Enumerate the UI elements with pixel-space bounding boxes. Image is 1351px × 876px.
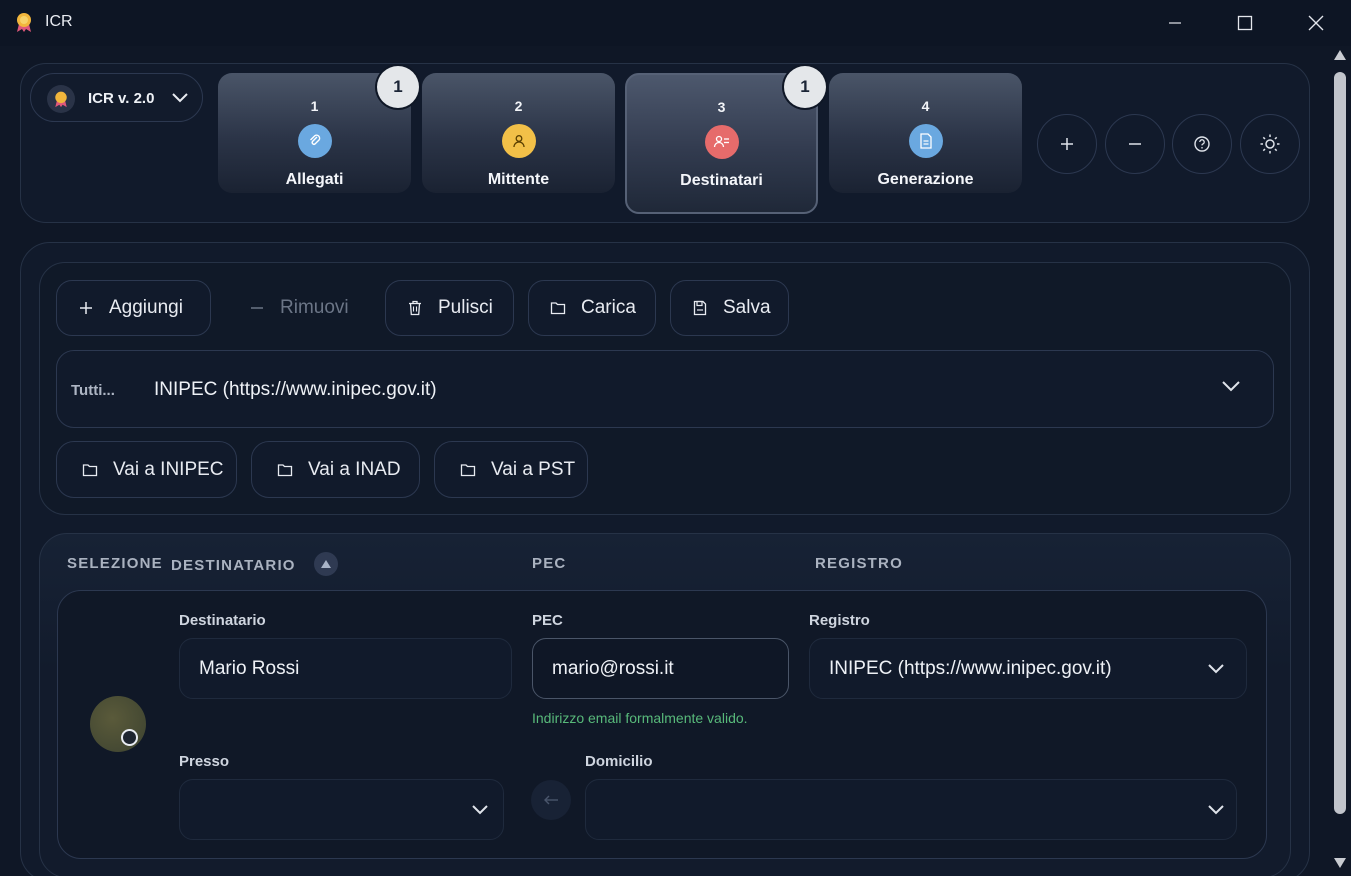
column-header-registry: REGISTRO xyxy=(815,555,903,572)
help-icon xyxy=(1194,136,1210,152)
zoom-out-button[interactable] xyxy=(1105,114,1165,174)
help-button[interactable] xyxy=(1172,114,1232,174)
domicile-select[interactable] xyxy=(585,779,1237,840)
remove-label: Rimuovi xyxy=(280,297,349,318)
chevron-down-icon xyxy=(172,93,188,103)
go-to-pst-label: Vai a PST xyxy=(491,458,576,480)
scroll-up-arrow-icon[interactable] xyxy=(1334,50,1346,60)
step-label: Destinatari xyxy=(680,172,763,189)
trash-icon xyxy=(406,299,424,317)
title-bar: ICR xyxy=(0,0,1351,46)
step-label: Generazione xyxy=(877,171,974,188)
pec-field-label: PEC xyxy=(532,612,563,629)
step-number: 2 xyxy=(514,98,523,114)
go-to-pst-button[interactable]: Vai a PST xyxy=(434,441,588,498)
step-label: Mittente xyxy=(487,171,550,188)
folder-icon xyxy=(276,461,294,479)
step-badge-destinatari: 1 xyxy=(784,66,826,108)
user-icon xyxy=(501,124,536,158)
recipient-field-label: Destinatario xyxy=(179,612,266,629)
recipient-name-input[interactable]: Mario Rossi xyxy=(179,638,512,699)
go-to-inipec-button[interactable]: Vai a INIPEC xyxy=(56,441,237,498)
folder-icon xyxy=(81,461,99,479)
window-title: ICR xyxy=(45,13,73,30)
plus-icon xyxy=(77,299,95,317)
chevron-down-icon xyxy=(1208,805,1224,815)
registry-filter-select[interactable]: Tutti... INIPEC (https://www.inipec.gov.… xyxy=(56,350,1274,428)
pec-validation-message: Indirizzo email formalmente valido. xyxy=(532,710,748,726)
registry-field-label: Registro xyxy=(809,612,870,629)
chevron-down-icon xyxy=(1222,381,1240,392)
document-icon xyxy=(908,124,943,158)
recipient-avatar xyxy=(90,696,146,752)
maximize-button[interactable] xyxy=(1225,8,1265,38)
version-selector[interactable]: ICR v. 2.0 xyxy=(30,73,203,122)
registry-select[interactable]: INIPEC (https://www.inipec.gov.it) xyxy=(809,638,1247,699)
registry-filter-value: INIPEC (https://www.inipec.gov.it) xyxy=(154,379,437,400)
go-to-inad-label: Vai a INAD xyxy=(308,458,401,480)
column-header-selection: SELEZIONE xyxy=(67,555,163,572)
step-number: 3 xyxy=(717,99,726,115)
save-label: Salva xyxy=(723,297,771,318)
load-label: Carica xyxy=(581,297,636,318)
sort-ascending-button[interactable] xyxy=(314,552,338,576)
column-header-pec: PEC xyxy=(532,555,567,572)
add-button[interactable]: Aggiungi xyxy=(56,280,211,336)
pec-email-input[interactable]: mario@rossi.it xyxy=(532,638,789,699)
chevron-down-icon xyxy=(472,805,488,815)
app-logo-icon xyxy=(17,13,31,32)
chevron-down-icon xyxy=(1208,664,1224,674)
scrollbar-thumb[interactable] xyxy=(1334,72,1346,814)
triangle-up-icon xyxy=(321,560,331,568)
add-label: Aggiungi xyxy=(109,297,183,318)
save-button[interactable]: Salva xyxy=(670,280,789,336)
selection-radio[interactable] xyxy=(121,729,138,746)
scroll-down-arrow-icon[interactable] xyxy=(1334,858,1346,868)
clear-label: Pulisci xyxy=(438,297,493,318)
paperclip-icon xyxy=(297,124,332,158)
domicile-field-label: Domicilio xyxy=(585,753,653,770)
go-to-inad-button[interactable]: Vai a INAD xyxy=(251,441,420,498)
plus-icon xyxy=(1061,138,1073,150)
minus-icon xyxy=(248,299,266,317)
presso-select[interactable] xyxy=(179,779,504,840)
clear-button[interactable]: Pulisci xyxy=(385,280,514,336)
users-icon xyxy=(704,125,739,159)
close-icon xyxy=(1308,15,1324,31)
remove-button[interactable]: Rimuovi xyxy=(227,280,370,336)
arrow-left-icon xyxy=(544,795,558,805)
presso-field-label: Presso xyxy=(179,753,230,770)
folder-icon xyxy=(459,461,477,479)
go-to-inipec-label: Vai a INIPEC xyxy=(113,458,224,480)
registry-filter-prefix: Tutti... xyxy=(71,382,115,399)
minimize-button[interactable] xyxy=(1155,8,1195,38)
save-icon xyxy=(691,299,709,317)
zoom-in-button[interactable] xyxy=(1037,114,1097,174)
copy-left-button[interactable] xyxy=(531,780,571,820)
version-label: ICR v. 2.0 xyxy=(88,90,155,107)
folder-icon xyxy=(549,299,567,317)
maximize-icon xyxy=(1237,15,1253,31)
registry-select-value: INIPEC (https://www.inipec.gov.it) xyxy=(829,657,1112,679)
minimize-icon xyxy=(1169,22,1181,24)
step-tab-mittente[interactable]: 2 Mittente xyxy=(422,73,615,193)
step-label: Allegati xyxy=(285,171,344,188)
minus-icon xyxy=(1129,143,1141,145)
sun-icon xyxy=(1260,134,1280,154)
version-logo-icon xyxy=(47,85,75,113)
step-badge-allegati: 1 xyxy=(377,66,419,108)
column-header-recipient[interactable]: DESTINATARIO xyxy=(171,557,296,574)
step-tab-generazione[interactable]: 4 Generazione xyxy=(829,73,1022,193)
step-number: 4 xyxy=(921,98,930,114)
close-button[interactable] xyxy=(1296,8,1336,38)
theme-toggle-button[interactable] xyxy=(1240,114,1300,174)
load-button[interactable]: Carica xyxy=(528,280,656,336)
